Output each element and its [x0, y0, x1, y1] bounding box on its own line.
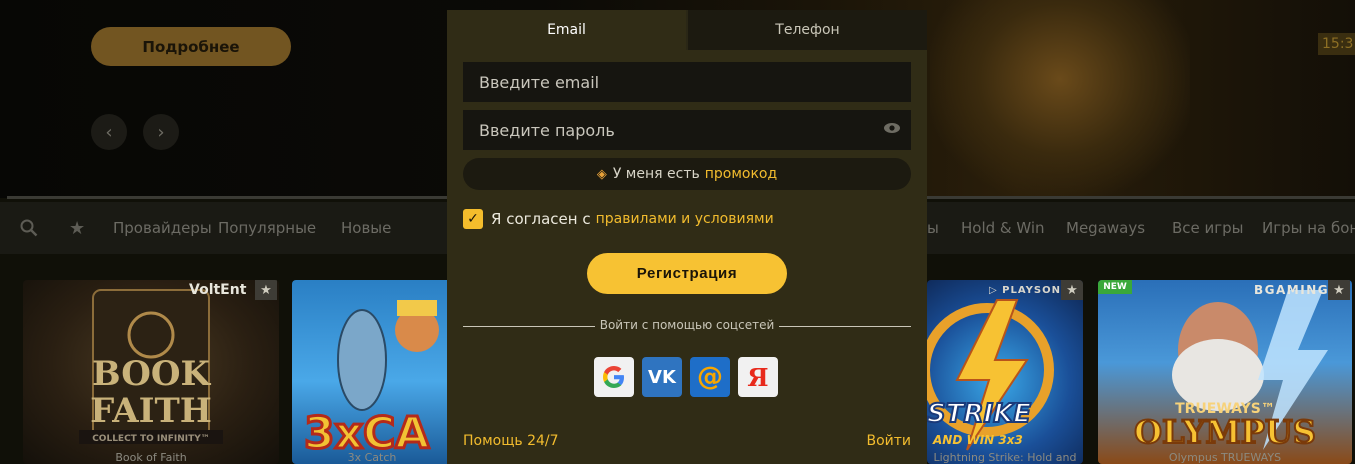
ticket-icon: ◈	[596, 166, 607, 182]
nav-item-bonus-games[interactable]: Игры на бону	[1262, 202, 1355, 254]
help-link[interactable]: Помощь 24/7	[463, 433, 559, 449]
nav-item-all-games[interactable]: Все игры	[1172, 202, 1244, 254]
game-tile[interactable]: TRUEWAYS™ OLYMPUS NEW BGAMING ★ Olympus …	[1098, 280, 1352, 464]
chevron-left-icon: ‹	[105, 121, 113, 143]
star-icon: ★	[1333, 282, 1345, 298]
game-art-title: STRIKE	[927, 399, 1031, 429]
tab-phone[interactable]: Телефон	[686, 10, 927, 50]
timer-badge: 15:3	[1318, 33, 1355, 55]
social-login-title: Войти с помощью соцсетей	[599, 318, 775, 332]
search-icon	[20, 219, 38, 237]
slider-next-button[interactable]: ›	[143, 114, 179, 150]
game-art: STRIKE AND WIN 3x3	[927, 299, 1054, 451]
game-tile[interactable]: STRIKE AND WIN 3x3 ▷ PLAYSON ★ Lightning…	[927, 280, 1083, 464]
nav-search-button[interactable]	[20, 202, 38, 254]
at-icon: @	[697, 362, 723, 392]
game-art: TRUEWAYS™ OLYMPUS	[1133, 290, 1328, 452]
hero-art	[930, 0, 1190, 198]
game-title: Lightning Strike: Hold and Win	[933, 452, 1077, 464]
eye-icon[interactable]	[883, 122, 901, 138]
email-placeholder: Введите email	[479, 72, 600, 92]
provider-name: PLAYSON	[1002, 284, 1061, 296]
check-icon: ✓	[467, 211, 479, 227]
game-title: Olympus TRUEWAYS	[1168, 452, 1282, 464]
register-button[interactable]: Регистрация	[587, 253, 787, 294]
vk-icon: VK	[648, 366, 676, 388]
auth-tabs: Email Телефон	[447, 10, 927, 50]
slider-prev-button[interactable]: ‹	[91, 114, 127, 150]
nav-item-partial[interactable]: ы	[927, 202, 939, 254]
yandex-login-button[interactable]: Я	[738, 357, 778, 397]
terms-prefix: Я согласен с	[491, 210, 591, 228]
google-icon	[603, 366, 624, 388]
nav-item-popular[interactable]: Популярные	[218, 202, 316, 254]
social-buttons: VK @ Я	[594, 357, 778, 397]
game-art-title: OLYMPUS	[1134, 413, 1316, 451]
new-badge: NEW	[1098, 280, 1132, 294]
nav-item-megaways[interactable]: Megaways	[1066, 202, 1145, 254]
game-art: BOOK FAITH COLLECT TO INFINITY™	[79, 289, 223, 444]
tab-email[interactable]: Email	[447, 10, 686, 50]
favorite-toggle[interactable]: ★	[255, 280, 277, 300]
password-field[interactable]: Введите пароль	[463, 110, 911, 150]
login-link[interactable]: Войти	[866, 433, 911, 449]
game-title: Book of Faith	[115, 452, 187, 464]
svg-text:COLLECT TO INFINITY™: COLLECT TO INFINITY™	[92, 434, 210, 444]
mailru-login-button[interactable]: @	[690, 357, 730, 397]
game-tile[interactable]: BOOK FAITH COLLECT TO INFINITY™ VoltEnt …	[23, 280, 279, 464]
nav-item-providers[interactable]: Провайдеры	[113, 202, 212, 254]
terms-row: ✓ Я согласен с правилами и условиями	[463, 208, 774, 230]
google-login-button[interactable]	[594, 357, 634, 397]
chevron-right-icon: ›	[157, 121, 165, 143]
password-placeholder: Введите пароль	[479, 120, 615, 140]
favorite-toggle[interactable]: ★	[1328, 280, 1350, 300]
terms-checkbox[interactable]: ✓	[463, 209, 483, 229]
terms-link[interactable]: правилами и условиями	[596, 211, 774, 227]
nav-favorites-button[interactable]: ★	[69, 202, 85, 254]
game-art-title-bottom: FAITH	[90, 391, 212, 431]
game-tile[interactable]: 3xCA 3x Catch	[292, 280, 452, 464]
vk-login-button[interactable]: VK	[642, 357, 682, 397]
promo-code-toggle[interactable]: ◈ У меня есть промокод	[463, 158, 911, 190]
yandex-icon: Я	[747, 362, 769, 392]
promo-link[interactable]: промокод	[705, 166, 777, 182]
star-icon: ★	[260, 282, 272, 298]
provider-badge: VoltEnt	[189, 282, 247, 298]
nav-item-hold-win[interactable]: Hold & Win	[961, 202, 1045, 254]
star-icon: ★	[1066, 282, 1078, 298]
more-button[interactable]: Подробнее	[91, 27, 291, 66]
nav-item-new[interactable]: Новые	[341, 202, 391, 254]
registration-modal: Email Телефон Введите email Введите паро…	[447, 10, 927, 464]
provider-badge: ▷ PLAYSON	[989, 284, 1061, 296]
game-title: 3x Catch	[347, 452, 397, 464]
star-icon: ★	[69, 217, 86, 239]
promo-prefix: У меня есть	[612, 166, 700, 182]
email-field[interactable]: Введите email	[463, 62, 911, 102]
provider-badge: BGAMING	[1254, 283, 1330, 297]
svg-text:AND WIN 3x3: AND WIN 3x3	[932, 433, 1023, 447]
favorite-toggle[interactable]: ★	[1061, 280, 1083, 300]
game-art: 3xCA	[303, 300, 439, 461]
game-art-title-top: BOOK	[92, 354, 212, 394]
